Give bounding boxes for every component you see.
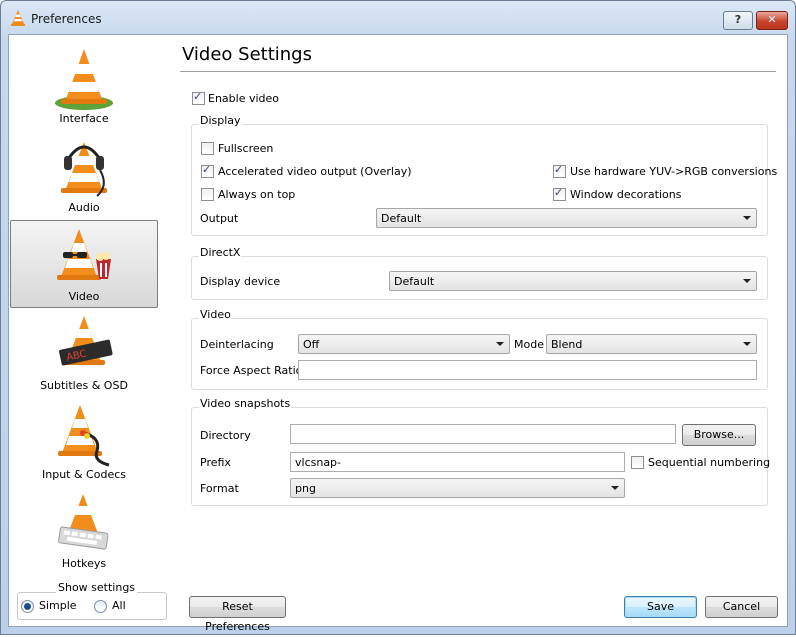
simple-radio[interactable]: [21, 600, 34, 613]
category-label: Interface: [59, 112, 109, 125]
enable-video-label[interactable]: Enable video: [208, 92, 279, 105]
sequential-numbering-label[interactable]: Sequential numbering: [648, 456, 770, 469]
fullscreen-checkbox[interactable]: [201, 142, 214, 155]
chevron-down-icon: [743, 342, 751, 346]
fullscreen-label[interactable]: Fullscreen: [218, 142, 273, 155]
accelerated-output-label[interactable]: Accelerated video output (Overlay): [218, 165, 412, 178]
headphones-cone-icon: [61, 142, 107, 197]
category-label: Input & Codecs: [42, 468, 126, 481]
category-label: Subtitles & OSD: [40, 379, 128, 392]
video-group-title: Video: [199, 308, 232, 321]
prefix-value: vlcsnap-: [295, 456, 342, 469]
format-select[interactable]: png: [290, 478, 625, 498]
chevron-down-icon: [743, 279, 751, 283]
aspect-ratio-input[interactable]: [298, 360, 757, 380]
title-bar[interactable]: Preferences ? ✕: [1, 1, 795, 35]
category-video[interactable]: Video: [10, 220, 158, 308]
vlc-app-icon: [11, 10, 25, 26]
all-radio-label[interactable]: All: [112, 599, 126, 612]
deinterlacing-select[interactable]: Off: [298, 334, 510, 354]
show-settings-legend: Show settings: [56, 581, 138, 594]
display-device-value: Default: [394, 275, 435, 288]
chevron-down-icon: [611, 486, 619, 490]
sequential-numbering-checkbox[interactable]: [631, 456, 644, 469]
category-audio[interactable]: Audio: [10, 131, 158, 219]
aspect-ratio-label: Force Aspect Ratio: [200, 364, 303, 377]
category-hotkeys[interactable]: Hotkeys: [10, 487, 158, 575]
page-title: Video Settings: [182, 44, 312, 65]
format-label: Format: [200, 482, 239, 495]
display-group-title: Display: [199, 114, 242, 127]
help-button[interactable]: ?: [723, 11, 753, 30]
deinterlacing-value: Off: [303, 338, 320, 351]
category-subtitles-osd[interactable]: ABC Subtitles & OSD: [10, 309, 158, 397]
output-select[interactable]: Default: [376, 208, 757, 228]
glasses-cone-icon: [57, 229, 111, 280]
category-interface[interactable]: Interface: [10, 42, 158, 130]
deinterlacing-label: Deinterlacing: [200, 338, 274, 351]
mode-select[interactable]: Blend: [546, 334, 757, 354]
cable-cone-icon: [58, 405, 110, 467]
subtitles-cone-icon: ABC: [59, 316, 113, 366]
reset-preferences-button[interactable]: Reset Preferences: [189, 596, 286, 633]
chevron-down-icon: [496, 342, 504, 346]
category-input-codecs[interactable]: Input & Codecs: [10, 398, 158, 486]
browse-button[interactable]: Browse...: [682, 424, 756, 446]
prefix-input[interactable]: vlcsnap-: [290, 452, 625, 472]
category-label: Hotkeys: [61, 557, 107, 570]
title-divider: [180, 71, 776, 72]
mode-value: Blend: [551, 338, 583, 351]
hw-yuv-label[interactable]: Use hardware YUV->RGB conversions: [570, 165, 777, 178]
format-value: png: [295, 482, 316, 495]
hw-yuv-checkbox[interactable]: [553, 163, 566, 178]
category-label: Video: [68, 290, 100, 303]
display-device-label: Display device: [200, 275, 281, 288]
close-button[interactable]: ✕: [756, 11, 788, 30]
prefix-label: Prefix: [200, 456, 231, 469]
output-select-value: Default: [381, 212, 422, 225]
enable-video-checkbox[interactable]: [192, 90, 205, 105]
mode-label: Mode: [514, 338, 544, 351]
window-decorations-label[interactable]: Window decorations: [570, 188, 681, 201]
directory-input[interactable]: [290, 424, 676, 444]
directory-label: Directory: [200, 429, 251, 442]
all-radio[interactable]: [94, 600, 107, 613]
simple-radio-label[interactable]: Simple: [39, 599, 77, 612]
chevron-down-icon: [743, 216, 751, 220]
always-on-top-label[interactable]: Always on top: [218, 188, 295, 201]
save-button[interactable]: Save: [624, 596, 697, 618]
window-title: Preferences: [31, 12, 102, 26]
vlc-cone-icon: [55, 49, 113, 110]
window-decorations-checkbox[interactable]: [553, 186, 566, 201]
snapshots-group-title: Video snapshots: [199, 397, 292, 410]
category-label: Audio: [68, 201, 100, 214]
output-label: Output: [200, 212, 239, 225]
keyboard-cone-icon: [58, 494, 109, 550]
directx-group-title: DirectX: [199, 246, 242, 259]
always-on-top-checkbox[interactable]: [201, 188, 214, 201]
display-device-select[interactable]: Default: [389, 271, 757, 291]
cancel-button[interactable]: Cancel: [705, 596, 778, 618]
accelerated-output-checkbox[interactable]: [201, 163, 214, 178]
